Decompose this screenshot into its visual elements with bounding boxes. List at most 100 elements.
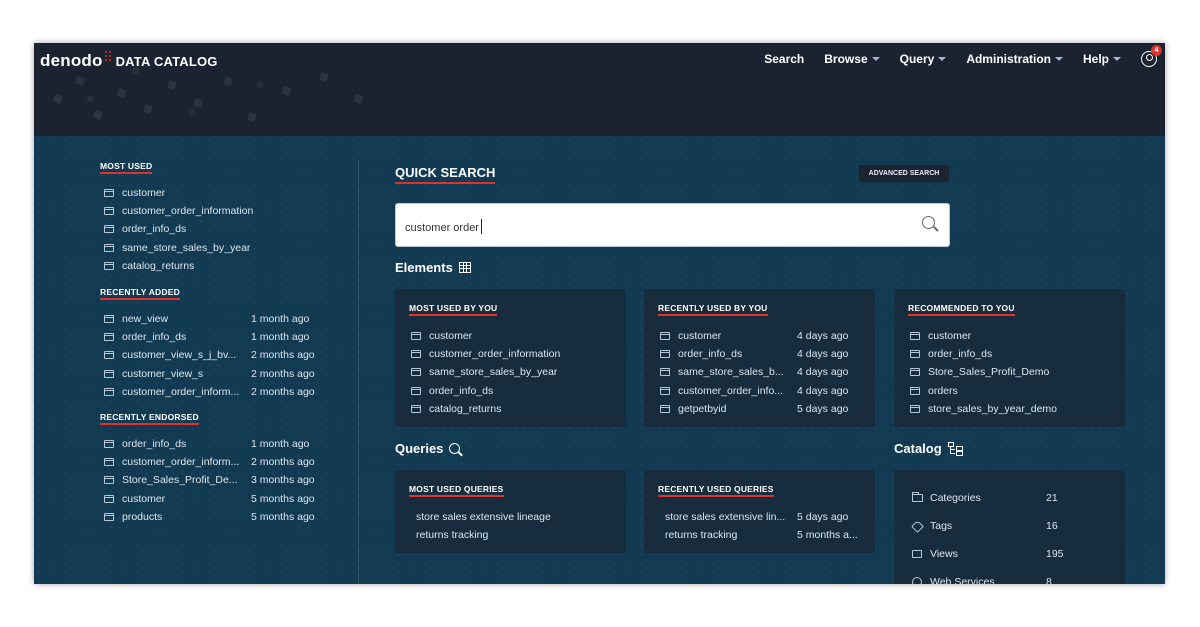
catalog-label: Web Services	[930, 576, 995, 584]
list-item[interactable]: products 5 months ago	[104, 508, 324, 526]
nav-search[interactable]: Search	[764, 52, 804, 66]
logo[interactable]: denodo DATA CATALOG	[40, 51, 218, 71]
item-name: order_info_ds	[122, 223, 187, 236]
view-icon	[104, 207, 114, 216]
list-item[interactable]: customer	[104, 184, 253, 202]
chevron-down-icon	[871, 57, 880, 61]
list-item[interactable]: same_store_sales_by_year	[411, 363, 560, 381]
catalog-row-categories[interactable]: Categories 21	[912, 492, 1058, 504]
list-item[interactable]: Store_Sales_Profit_Demo	[910, 363, 1057, 381]
catalog-label: Tags	[930, 520, 953, 532]
recently-used-by-you-card: RECENTLY USED BY YOU customer 4 days ago …	[644, 289, 875, 427]
user-account-icon[interactable]: 4	[1141, 45, 1162, 67]
list-item[interactable]: new_view 1 month ago	[104, 310, 324, 328]
view-icon	[104, 512, 114, 521]
decorative-square	[222, 75, 234, 87]
list-item[interactable]: customer_order_inform... 2 months ago	[104, 453, 324, 471]
item-name: getpetbyid	[678, 402, 727, 415]
item-time: 1 month ago	[251, 313, 310, 326]
list-item[interactable]: customer 5 months ago	[104, 490, 324, 508]
item-name: customer_view_s	[122, 367, 204, 380]
advanced-search-button[interactable]: ADVANCED SEARCH	[859, 165, 949, 182]
view-icon	[411, 350, 421, 359]
item-name: customer	[122, 492, 166, 505]
list-item[interactable]: customer_order_info... 4 days ago	[660, 382, 860, 400]
list-item[interactable]: customer_order_inform... 2 months ago	[104, 383, 324, 401]
item-name: catalog_returns	[429, 402, 502, 415]
view-icon	[660, 404, 670, 413]
card-list: customer 4 days ago order_info_ds 4 days a…	[660, 327, 860, 418]
most-used-title: MOST USED	[100, 161, 153, 174]
view-icon	[660, 386, 670, 395]
catalog-count: 16	[1046, 520, 1058, 532]
nav-administration-label: Administration	[966, 52, 1051, 66]
list-item[interactable]: customer_order_information	[104, 202, 253, 220]
nav-query-label: Query	[899, 52, 935, 66]
catalog-heading: Catalog	[894, 441, 964, 456]
query-item[interactable]: returns tracking	[416, 526, 616, 544]
view-icon	[411, 386, 421, 395]
view-icon	[104, 494, 114, 503]
item-name: same_store_sales_by_year	[122, 241, 251, 254]
query-item[interactable]: store sales extensive lineage	[416, 508, 616, 526]
list-item[interactable]: order_info_ds 4 days ago	[660, 345, 860, 363]
nav-browse[interactable]: Browse	[824, 52, 880, 66]
list-item[interactable]: orders	[910, 382, 1057, 400]
view-icon	[104, 225, 114, 234]
list-item[interactable]: customer_view_s 2 months ago	[104, 365, 324, 383]
decorative-square	[246, 111, 258, 123]
decorative-square	[142, 103, 154, 115]
list-item[interactable]: store_sales_by_year_demo	[910, 400, 1057, 418]
card-list: customer order_info_ds Store_Sales_Profi…	[910, 327, 1057, 418]
item-name: customer	[122, 187, 166, 200]
nav-help[interactable]: Help	[1083, 52, 1121, 66]
search-input[interactable]: customer order	[395, 203, 950, 247]
most-used-queries-card: MOST USED QUERIES store sales extensive …	[395, 470, 626, 553]
decorative-square	[52, 93, 64, 105]
item-name: customer_order_information	[122, 205, 254, 218]
list-item[interactable]: getpetbyid 5 days ago	[660, 400, 860, 418]
card-list: store sales extensive lin... 5 days ago …	[665, 508, 870, 544]
list-item[interactable]: customer	[910, 327, 1057, 345]
query-item[interactable]: returns tracking 5 months a...	[665, 526, 870, 544]
queries-title: Queries	[395, 441, 444, 456]
list-item[interactable]: customer_view_s_j_bv... 2 months ago	[104, 346, 324, 364]
list-item[interactable]: customer_order_information	[411, 345, 560, 363]
recently-added-list: new_view 1 month ago order_info_ds 1 month…	[104, 310, 324, 401]
search-icon[interactable]	[922, 216, 935, 229]
item-name: customer_order_inform...	[122, 456, 240, 469]
view-icon	[910, 386, 920, 395]
list-item[interactable]: order_info_ds	[104, 220, 253, 238]
search-icon	[449, 443, 461, 454]
item-name: customer_order_info...	[678, 384, 784, 397]
nav-administration[interactable]: Administration	[966, 52, 1063, 66]
folder-icon	[912, 492, 923, 502]
list-item[interactable]: catalog_returns	[104, 257, 253, 275]
query-time: 5 months a...	[797, 529, 858, 541]
query-item[interactable]: store sales extensive lin... 5 days ago	[665, 508, 870, 526]
item-name: order_info_ds	[678, 348, 743, 361]
column-divider	[358, 160, 359, 584]
item-name: catalog_returns	[122, 259, 195, 272]
item-name: customer	[429, 330, 473, 343]
list-item[interactable]: customer	[411, 327, 560, 345]
list-item[interactable]: same_store_sales_b... 4 days ago	[660, 363, 860, 381]
list-item[interactable]: customer 4 days ago	[660, 327, 860, 345]
list-item[interactable]: same_store_sales_by_year	[104, 239, 253, 257]
list-item[interactable]: Store_Sales_Profit_De... 3 months ago	[104, 471, 324, 489]
list-item[interactable]: order_info_ds	[910, 345, 1057, 363]
recently-endorsed-list: order_info_ds 1 month ago customer_order_…	[104, 435, 324, 526]
list-item[interactable]: order_info_ds 1 month ago	[104, 435, 324, 453]
view-icon	[104, 369, 114, 378]
list-item[interactable]: order_info_ds	[411, 382, 560, 400]
list-item[interactable]: catalog_returns	[411, 400, 560, 418]
chevron-down-icon	[1113, 57, 1121, 61]
list-item[interactable]: order_info_ds 1 month ago	[104, 328, 324, 346]
nav-query[interactable]: Query	[900, 52, 947, 66]
query-name: returns tracking	[665, 529, 738, 541]
item-time: 4 days ago	[797, 366, 849, 379]
catalog-row-tags[interactable]: Tags 16	[911, 519, 1058, 533]
decorative-square	[192, 97, 204, 109]
catalog-row-views[interactable]: Views 195	[912, 548, 1064, 560]
catalog-row-web-services[interactable]: Web Services 8	[912, 576, 1052, 584]
